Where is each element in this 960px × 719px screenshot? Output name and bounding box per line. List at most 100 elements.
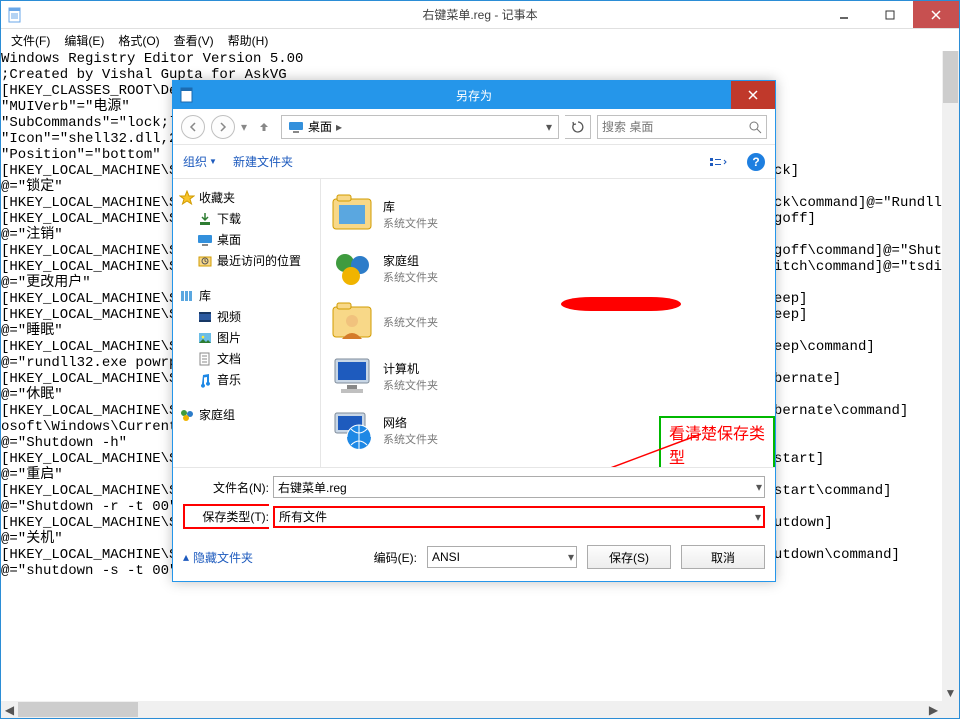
recent-icon — [197, 253, 213, 269]
scroll-left-icon[interactable]: ◀ — [1, 701, 18, 718]
sidebar-homegroup[interactable]: 家庭组 — [177, 404, 316, 425]
encoding-value: ANSI — [432, 550, 460, 564]
notepad-titlebar[interactable]: 右键菜单.reg - 记事本 — [1, 1, 959, 29]
network-big-icon — [329, 407, 375, 453]
dialog-close-button[interactable] — [731, 81, 775, 109]
encoding-select[interactable]: ANSI ▾ — [427, 546, 577, 568]
refresh-button[interactable] — [565, 115, 591, 139]
cancel-label: 取消 — [711, 549, 735, 566]
address-dropdown[interactable]: ▾ — [542, 120, 556, 134]
nav-pane: 收藏夹 下载 桌面 最近访问的位置 库 — [173, 179, 321, 467]
vertical-scrollbar[interactable]: ▲ ▼ — [942, 51, 959, 701]
new-folder-button[interactable]: 新建文件夹 — [233, 153, 293, 170]
nav-forward-button[interactable] — [211, 115, 235, 139]
address-bar[interactable]: 桌面 ▸ ▾ — [281, 115, 559, 139]
arrow-up-icon — [257, 120, 271, 134]
sidebar-favorites[interactable]: 收藏夹 — [177, 187, 316, 208]
breadcrumb-desktop[interactable]: 桌面 ▸ — [284, 116, 350, 138]
content-item-homegroup[interactable]: 家庭组 系统文件夹 — [325, 241, 771, 295]
sidebar-item-label: 最近访问的位置 — [217, 252, 301, 269]
arrow-left-icon — [187, 121, 199, 133]
chevron-up-icon: ▴ — [183, 550, 189, 564]
savetype-input[interactable]: 所有文件 ▾ — [273, 506, 765, 528]
desktop-icon — [288, 119, 304, 135]
refresh-icon — [571, 120, 585, 134]
sidebar-item-pictures[interactable]: 图片 — [177, 327, 316, 348]
menu-file[interactable]: 文件(F) — [5, 30, 56, 51]
scroll-thumb[interactable] — [943, 51, 958, 103]
notepad-menubar: 文件(F) 编辑(E) 格式(O) 查看(V) 帮助(H) — [1, 29, 959, 51]
nav-back-button[interactable] — [181, 115, 205, 139]
view-options-button[interactable] — [701, 151, 735, 173]
annotation-text: 看清楚保存类型 — [659, 416, 775, 467]
sidebar-item-label: 桌面 — [217, 231, 241, 248]
saveas-dialog: 另存为 ▾ 桌面 ▸ ▾ — [172, 80, 776, 582]
file-sub: 系统文件夹 — [383, 269, 438, 285]
favorites-icon — [179, 190, 195, 206]
sidebar-libraries[interactable]: 库 — [177, 285, 316, 306]
content-item-libraries[interactable]: 库 系统文件夹 — [325, 187, 771, 241]
menu-help[interactable]: 帮助(H) — [222, 30, 275, 51]
file-sub: 系统文件夹 — [383, 215, 438, 231]
savetype-value: 所有文件 — [279, 508, 327, 525]
sidebar-favorites-label: 收藏夹 — [199, 189, 235, 206]
sidebar-item-documents[interactable]: 文档 — [177, 348, 316, 369]
search-box[interactable]: 搜索 桌面 — [597, 115, 767, 139]
chevron-right-icon: ▸ — [332, 120, 346, 134]
sidebar-item-music[interactable]: 音乐 — [177, 369, 316, 390]
content-pane[interactable]: 库 系统文件夹 家庭组 系统文件夹 系统文件夹 — [321, 179, 775, 467]
filename-label: 文件名(N): — [183, 479, 269, 496]
sidebar-homegroup-label: 家庭组 — [199, 406, 235, 423]
cancel-button[interactable]: 取消 — [681, 545, 765, 569]
chevron-down-icon[interactable]: ▾ — [756, 480, 762, 494]
downloads-icon — [197, 211, 213, 227]
menu-format[interactable]: 格式(O) — [112, 30, 165, 51]
maximize-button[interactable] — [867, 1, 913, 28]
hscroll-thumb[interactable] — [18, 702, 138, 717]
scroll-corner — [942, 701, 959, 718]
sidebar-item-videos[interactable]: 视频 — [177, 306, 316, 327]
close-button[interactable] — [913, 1, 959, 28]
horizontal-scrollbar[interactable]: ◀ ▶ — [1, 701, 942, 718]
help-button[interactable]: ? — [747, 153, 765, 171]
search-icon — [748, 120, 762, 134]
dialog-toolbar: 组织 ▼ 新建文件夹 ? — [173, 145, 775, 179]
file-sub: 系统文件夹 — [383, 377, 438, 393]
sidebar-item-desktop[interactable]: 桌面 — [177, 229, 316, 250]
chevron-down-icon[interactable]: ▾ — [568, 550, 574, 564]
hide-folders-button[interactable]: ▴ 隐藏文件夹 — [183, 549, 253, 566]
notepad-title: 右键菜单.reg - 记事本 — [1, 6, 959, 23]
sidebar-item-label: 图片 — [217, 329, 241, 346]
sidebar-item-downloads[interactable]: 下载 — [177, 208, 316, 229]
minimize-button[interactable] — [821, 1, 867, 28]
save-button[interactable]: 保存(S) — [587, 545, 671, 569]
scroll-right-icon[interactable]: ▶ — [925, 701, 942, 718]
nav-recent-dropdown[interactable]: ▾ — [241, 120, 247, 134]
new-folder-label: 新建文件夹 — [233, 153, 293, 170]
save-label: 保存(S) — [609, 549, 649, 566]
scroll-down-icon[interactable]: ▼ — [942, 684, 959, 701]
documents-icon — [197, 351, 213, 367]
menu-view[interactable]: 查看(V) — [168, 30, 220, 51]
dialog-body: 收藏夹 下载 桌面 最近访问的位置 库 — [173, 179, 775, 467]
desktop-icon — [197, 232, 213, 248]
chevron-down-icon[interactable]: ▾ — [755, 510, 761, 524]
encoding-label: 编码(E): — [374, 549, 417, 566]
minimize-icon — [839, 10, 849, 20]
organize-menu[interactable]: 组织 ▼ — [183, 153, 217, 170]
nav-up-button[interactable] — [253, 116, 275, 138]
libraries-icon — [179, 288, 195, 304]
file-name: 网络 — [383, 414, 438, 431]
hide-folders-label: 隐藏文件夹 — [193, 549, 253, 566]
saveas-titlebar[interactable]: 另存为 — [173, 81, 775, 109]
content-item-computer[interactable]: 计算机 系统文件夹 — [325, 349, 771, 403]
filename-input[interactable]: 右键菜单.reg ▾ — [273, 476, 765, 498]
chevron-down-icon: ▼ — [209, 157, 217, 166]
content-item-user[interactable]: 系统文件夹 — [325, 295, 771, 349]
sidebar-item-recent[interactable]: 最近访问的位置 — [177, 250, 316, 271]
sidebar-libraries-label: 库 — [199, 287, 211, 304]
file-name: 库 — [383, 198, 438, 215]
close-icon — [931, 10, 941, 20]
computer-big-icon — [329, 353, 375, 399]
menu-edit[interactable]: 编辑(E) — [58, 30, 110, 51]
